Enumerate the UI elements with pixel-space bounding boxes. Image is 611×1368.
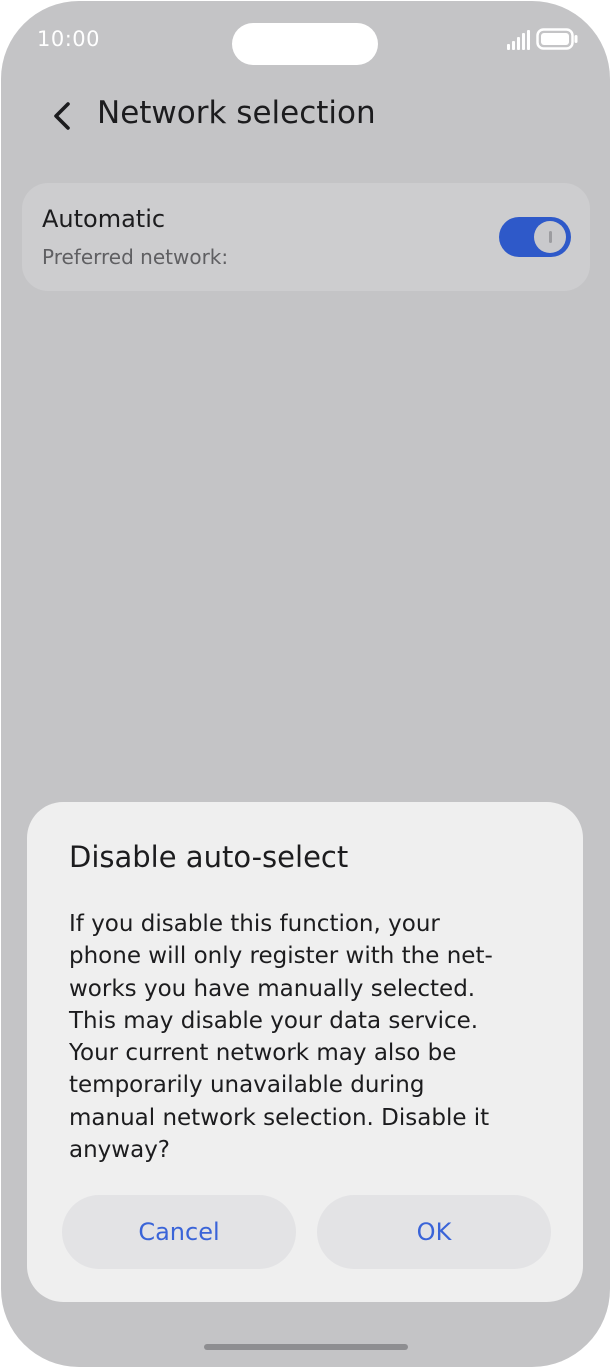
dialog-message: If you disable this function, your phone… [69,911,493,1164]
toggle-knob [534,221,566,253]
app-header: Network selection [1,87,610,147]
preferred-network-label: Preferred network: [42,245,229,269]
camera-notch [232,23,378,65]
signal-icon [507,30,530,50]
automatic-setting-card[interactable]: Automatic Preferred network: [22,183,590,291]
phone-screen: 10:00 Network selection Automatic Prefer… [1,1,610,1367]
cancel-button[interactable]: Cancel [62,1195,296,1269]
status-time: 10:00 [37,27,101,51]
dialog-title: Disable auto-select [69,840,349,874]
automatic-label: Automatic [42,205,166,233]
status-bar: 10:00 [1,1,610,81]
home-indicator[interactable] [204,1344,408,1350]
ok-button[interactable]: OK [317,1195,551,1269]
chevron-left-icon[interactable] [41,95,83,137]
page-title: Network selection [97,95,376,131]
automatic-toggle[interactable] [499,217,571,257]
battery-icon [536,28,578,50]
disable-auto-select-dialog: Disable auto-select If you disable this … [27,802,583,1302]
